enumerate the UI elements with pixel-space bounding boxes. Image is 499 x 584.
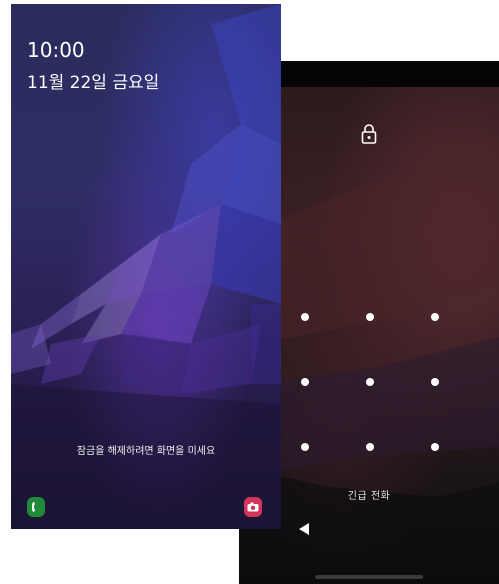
back-triangle-icon[interactable] [298,522,310,536]
lock-date: 11월 22일 금요일 [27,73,160,93]
pattern-dot-r3-c2[interactable] [366,443,374,451]
lock-screen: 10:00 11월 22일 금요일 잠금을 해제하려면 화면을 미세요 [11,4,281,529]
phone-shortcut-button[interactable] [27,497,45,517]
home-indicator-bar[interactable] [315,575,423,579]
pattern-dot-r2-c2[interactable] [366,378,374,386]
pattern-dot-r1-c2[interactable] [366,313,374,321]
lock-time: 10:00 [27,38,85,62]
swipe-unlock-hint: 잠금을 해제하려면 화면을 미세요 [76,446,216,457]
pattern-dot-r1-c1[interactable] [301,313,309,321]
pattern-dot-r2-c3[interactable] [431,378,439,386]
pattern-dot-r1-c3[interactable] [431,313,439,321]
phone-icon [32,502,35,512]
pattern-dot-r3-c3[interactable] [431,443,439,451]
camera-icon [247,502,259,512]
camera-shortcut-button[interactable] [244,497,262,517]
pattern-dot-r3-c1[interactable] [301,443,309,451]
pattern-dot-r2-c1[interactable] [301,378,309,386]
screenshot-stage: 긴급 전화 10:00 11월 22일 금요일 잠금을 해제하려면 화면을 미세… [0,0,499,584]
